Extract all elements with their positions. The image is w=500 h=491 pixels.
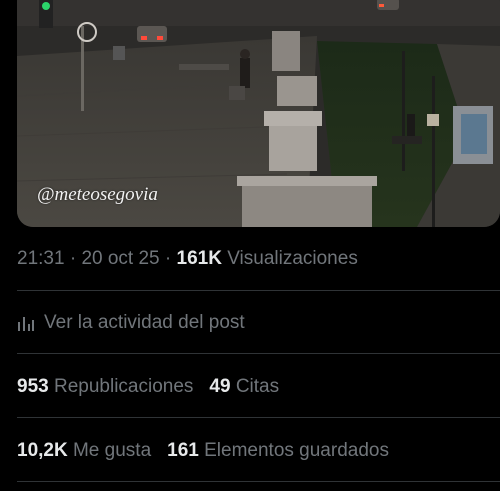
post-time[interactable]: 21:31 [17,248,65,269]
post-meta: 21:31 · 20 oct 25 · 161K Visualizaciones [17,248,358,270]
divider [17,353,500,354]
post-activity-link[interactable]: Ver la actividad del post [17,312,245,334]
divider [17,290,500,291]
views-label: Visualizaciones [227,248,358,269]
separator: · [69,248,77,269]
quotes-count: 49 [209,376,231,397]
views-count: 161K [176,248,222,269]
bookmarks-count: 161 [167,440,199,461]
quotes-stat[interactable]: 49 Citas [209,376,279,397]
reposts-label: Republicaciones [53,376,194,397]
engagement-row-2: 10,2K Me gusta 161 Elementos guardados [17,440,389,462]
post-media-image[interactable]: @meteosegovia [17,0,500,227]
watermark-text: @meteosegovia [37,184,158,205]
divider [17,481,500,482]
activity-label: Ver la actividad del post [44,312,245,333]
bookmarks-label: Elementos guardados [204,440,389,461]
reposts-stat[interactable]: 953 Republicaciones [17,376,193,397]
likes-stat[interactable]: 10,2K Me gusta [17,440,151,461]
likes-label: Me gusta [72,440,152,461]
bookmarks-stat[interactable]: 161 Elementos guardados [167,440,389,461]
quotes-label: Citas [235,376,280,397]
engagement-row-1: 953 Republicaciones 49 Citas [17,376,279,398]
likes-count: 10,2K [17,440,68,461]
post-date[interactable]: 20 oct 25 [81,248,159,269]
separator: · [164,248,172,269]
divider [17,417,500,418]
bar-chart-icon [18,317,34,331]
reposts-count: 953 [17,376,49,397]
